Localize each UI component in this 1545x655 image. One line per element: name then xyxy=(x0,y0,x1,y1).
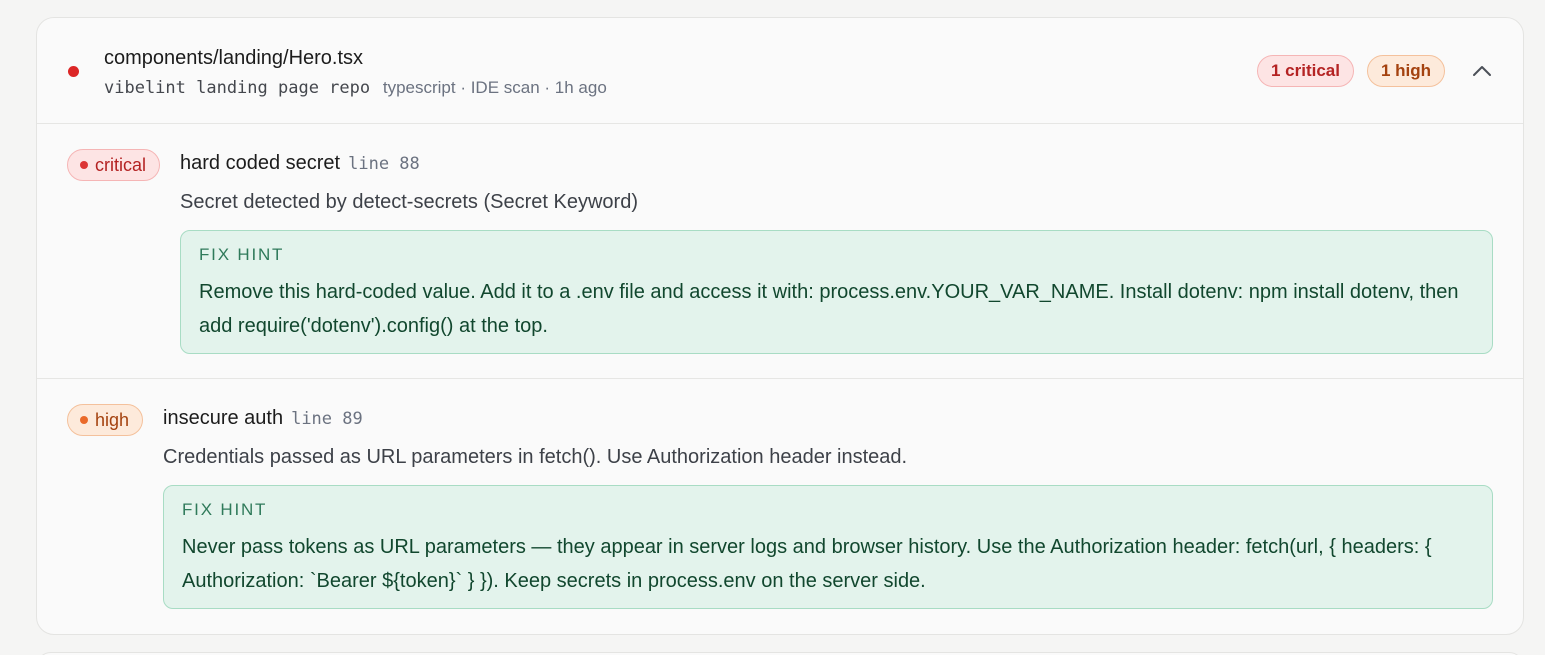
severity-dot xyxy=(80,161,88,169)
severity-badge-high: high xyxy=(67,404,144,436)
high-count-badge: 1 high xyxy=(1367,55,1446,87)
critical-count-badge: 1 critical xyxy=(1257,55,1354,87)
fix-hint-box: FIX HINT Never pass tokens as URL parame… xyxy=(163,485,1493,609)
file-path: components/landing/Hero.tsx xyxy=(104,47,364,69)
finding-title-row: hard coded secret line 88 xyxy=(180,152,420,175)
finding-description: Credentials passed as URL parameters in … xyxy=(163,446,908,468)
finding-title: insecure auth xyxy=(163,407,284,429)
scan-meta: typescript · IDE scan · 1h ago xyxy=(382,78,607,97)
fix-hint-text: Never pass tokens as URL parameters — th… xyxy=(182,536,1432,592)
fix-hint-text: Remove this hard-coded value. Add it to … xyxy=(199,281,1459,337)
finding-description: Secret detected by detect-secrets (Secre… xyxy=(180,191,638,213)
severity-label: high xyxy=(95,410,130,430)
finding-title-row: insecure auth line 89 xyxy=(163,407,363,430)
repo-name: vibelint landing page repo xyxy=(104,78,371,98)
severity-status-dot xyxy=(68,66,79,77)
chevron-up-icon xyxy=(1473,66,1491,76)
scan-result-card: components/landing/Hero.tsx vibelint lan… xyxy=(36,17,1524,635)
finding-item: high insecure auth line 89 Credentials pa… xyxy=(37,379,1523,634)
fix-hint-box: FIX HINT Remove this hard-coded value. A… xyxy=(180,230,1493,354)
severity-dot xyxy=(80,416,88,424)
collapse-button[interactable] xyxy=(1467,56,1497,86)
line-reference[interactable]: line 88 xyxy=(348,154,420,174)
finding-item: critical hard coded secret line 88 Secret… xyxy=(37,124,1523,379)
fix-hint-label: FIX HINT xyxy=(199,245,285,264)
file-header[interactable]: components/landing/Hero.tsx vibelint lan… xyxy=(37,18,1523,124)
finding-title: hard coded secret xyxy=(180,152,341,174)
fix-hint-label: FIX HINT xyxy=(182,500,268,519)
file-meta: vibelint landing page repo typescript · … xyxy=(104,78,607,98)
line-reference[interactable]: line 89 xyxy=(291,409,363,429)
severity-label: critical xyxy=(95,155,147,175)
severity-badge-critical: critical xyxy=(67,149,161,181)
